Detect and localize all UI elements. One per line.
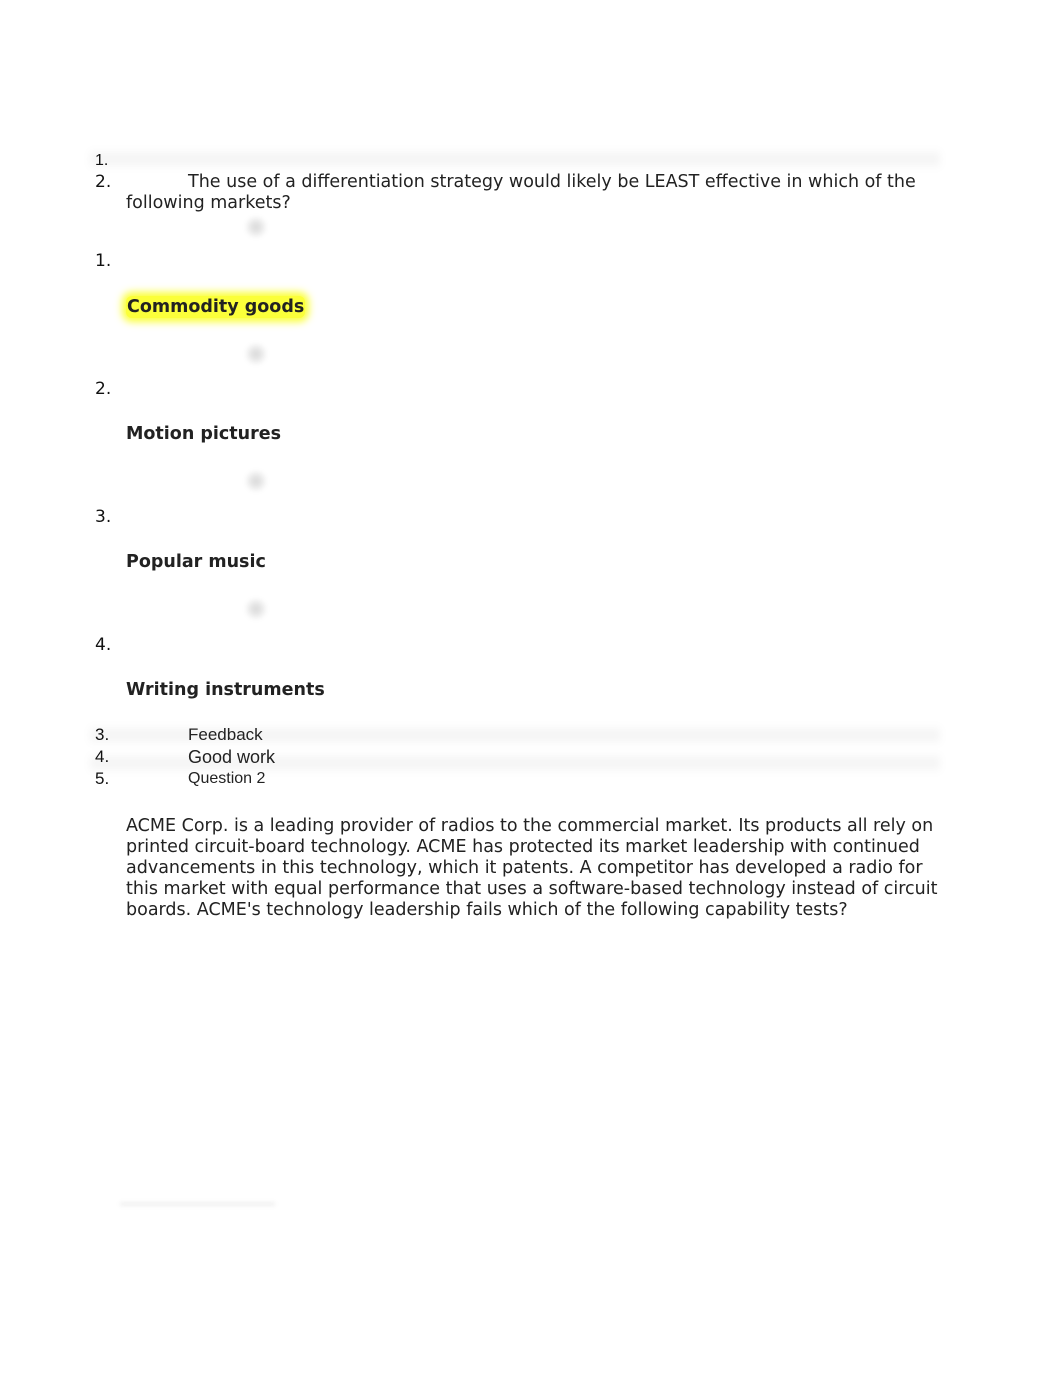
option-motion-pictures[interactable]: Motion pictures bbox=[126, 423, 281, 445]
radio-button-icon[interactable] bbox=[245, 598, 267, 620]
blurred-header-band bbox=[90, 148, 940, 170]
option-number: 1. bbox=[95, 251, 112, 271]
option-number: 3. bbox=[95, 507, 112, 527]
option-writing-instruments[interactable]: Writing instruments bbox=[126, 679, 325, 701]
blurred-divider bbox=[120, 1202, 275, 1206]
list-number: 4. bbox=[95, 747, 110, 766]
question-number: 2. bbox=[95, 172, 112, 192]
list-number: 5. bbox=[95, 769, 110, 788]
radio-button-icon[interactable] bbox=[245, 216, 267, 238]
feedback-text: Good work bbox=[188, 747, 276, 767]
list-number: 1. bbox=[95, 152, 109, 169]
option-popular-music[interactable]: Popular music bbox=[126, 551, 266, 573]
option-commodity-goods[interactable]: Commodity goods bbox=[126, 296, 306, 318]
question2-prompt: ACME Corp. is a leading provider of radi… bbox=[126, 816, 938, 920]
radio-button-icon[interactable] bbox=[245, 343, 267, 365]
feedback-heading: Feedback bbox=[188, 725, 263, 744]
option-number: 2. bbox=[95, 379, 112, 399]
radio-button-icon[interactable] bbox=[245, 470, 267, 492]
list-number: 3. bbox=[95, 725, 110, 744]
option-number: 4. bbox=[95, 635, 112, 655]
question-prompt: The use of a differentiation strategy wo… bbox=[126, 172, 916, 213]
question2-heading: Question 2 bbox=[188, 770, 266, 787]
